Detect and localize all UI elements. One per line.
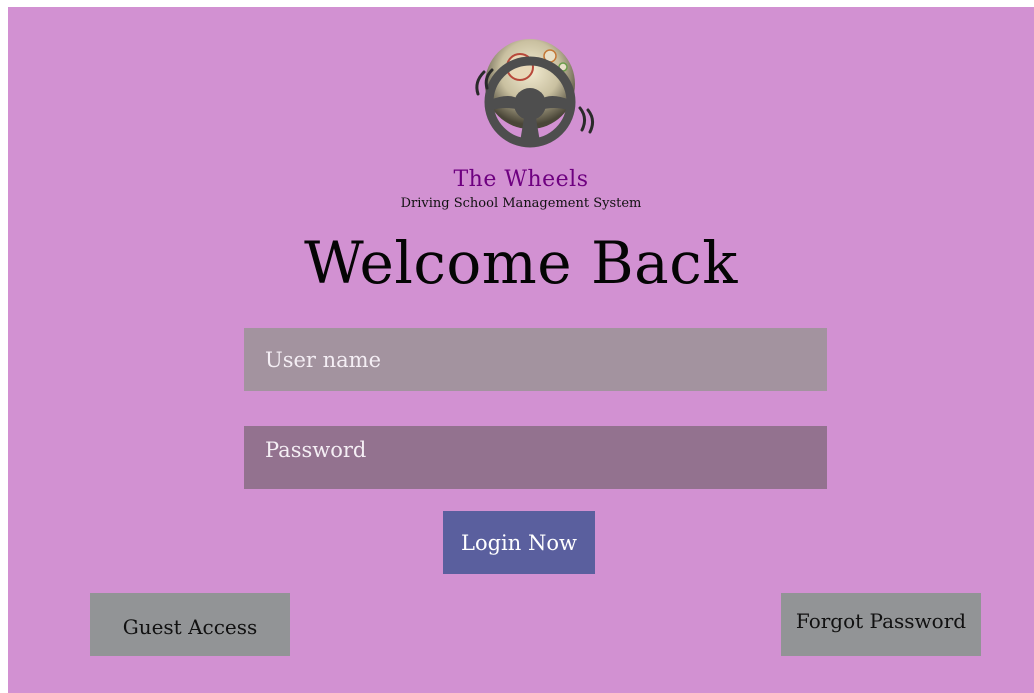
steering-wheel-icon — [475, 39, 595, 148]
username-input[interactable] — [244, 328, 827, 391]
guest-access-button[interactable]: Guest Access — [90, 593, 290, 656]
login-button[interactable]: Login Now — [443, 511, 595, 574]
forgot-password-button[interactable]: Forgot Password — [781, 593, 981, 656]
password-input[interactable] — [244, 426, 827, 489]
brand-subtitle: Driving School Management System — [400, 196, 642, 211]
brand-name: The Wheels — [453, 167, 589, 192]
login-window: The Wheels Driving School Management Sys… — [8, 7, 1034, 693]
page-title: Welcome Back — [304, 229, 738, 297]
